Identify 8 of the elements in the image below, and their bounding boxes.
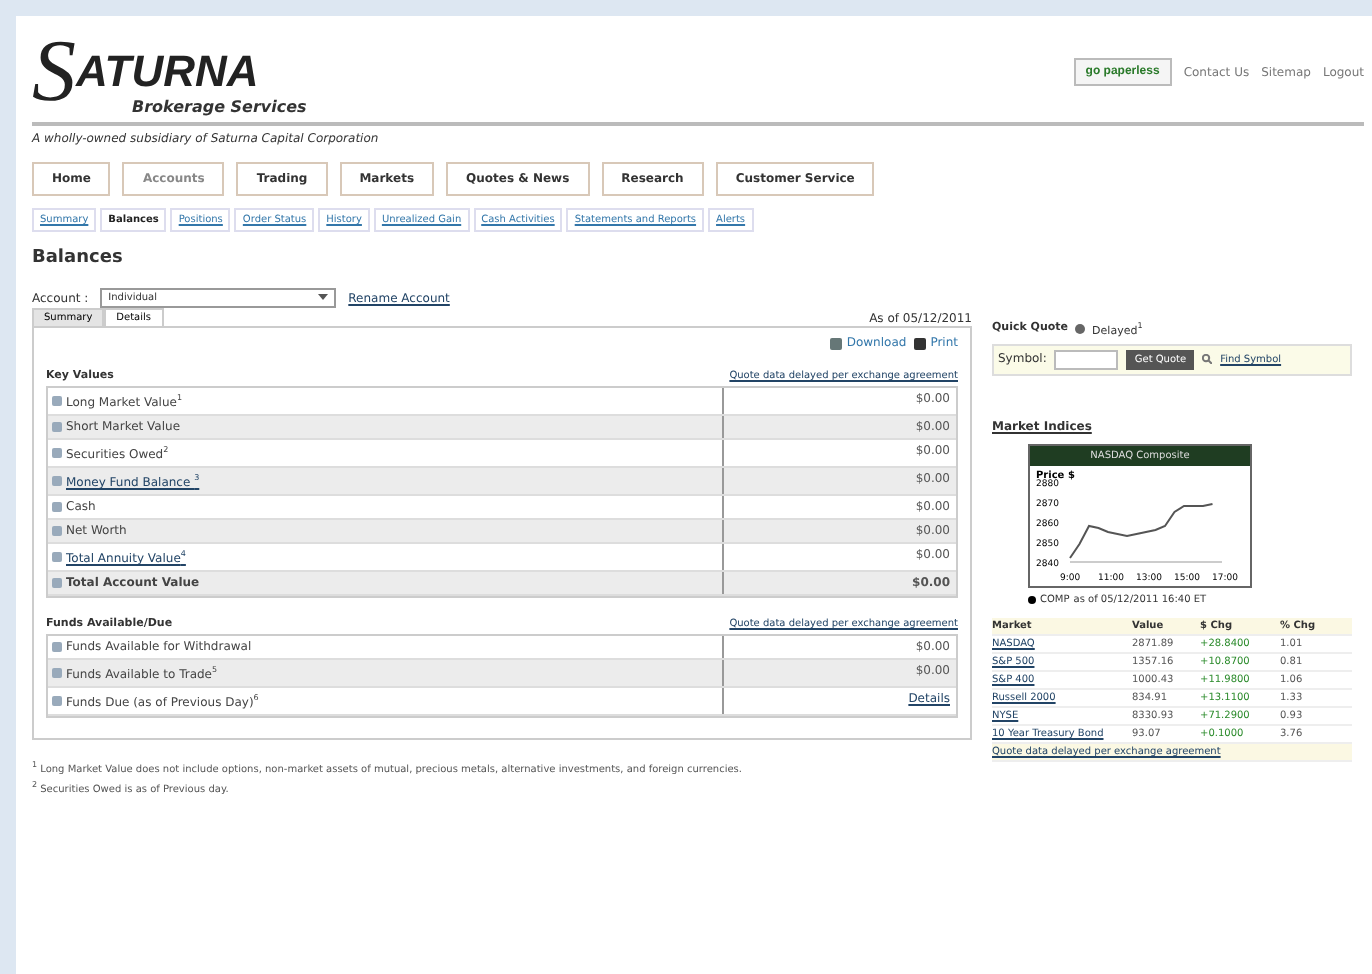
logo-name: ATURNA [76,46,261,98]
legend-dot [1028,595,1036,604]
symbol-input[interactable] [1054,349,1119,370]
page-title: Balances [32,248,125,268]
logo-mark: S [32,28,76,116]
search-icon [1202,354,1213,365]
logo-subtitle: Brokerage Services [132,98,307,116]
caret-icon [318,292,329,302]
